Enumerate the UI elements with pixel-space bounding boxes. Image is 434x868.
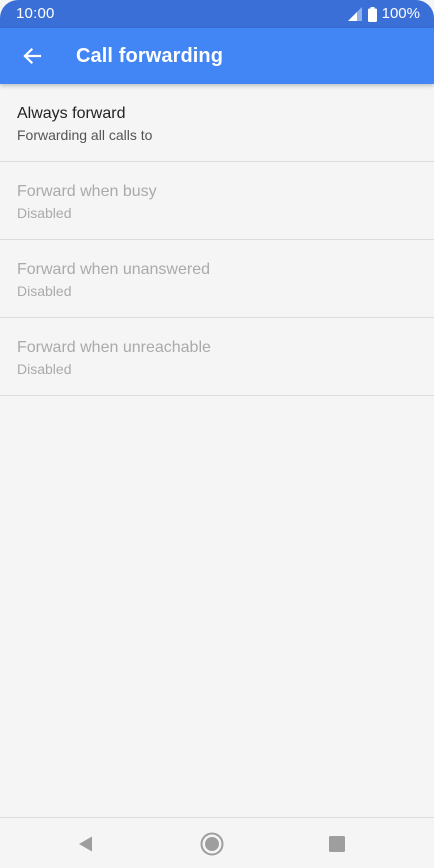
nav-back-icon (79, 836, 92, 852)
forwarding-options-list: Always forward Forwarding all calls to F… (0, 84, 434, 396)
nav-back-button[interactable] (64, 822, 108, 866)
battery-level: 100% (381, 5, 420, 22)
option-subtitle: Disabled (17, 283, 72, 299)
page-title: Call forwarding (76, 45, 224, 67)
option-title: Forward when unreachable (17, 339, 211, 356)
nav-home-icon (200, 832, 224, 856)
option-title: Forward when unanswered (17, 261, 210, 278)
option-subtitle: Forwarding all calls to (17, 127, 153, 143)
option-forward-when-unanswered[interactable]: Forward when unanswered Disabled (0, 240, 434, 318)
nav-recents-button[interactable] (315, 822, 359, 866)
status-time: 10:00 (16, 5, 55, 22)
option-always-forward[interactable]: Always forward Forwarding all calls to (0, 84, 434, 162)
status-bar: 10:00 100% (0, 0, 434, 28)
battery-icon (367, 6, 377, 22)
option-title: Forward when busy (17, 183, 157, 200)
option-forward-when-unreachable[interactable]: Forward when unreachable Disabled (0, 318, 434, 396)
nav-recents-icon (329, 836, 345, 852)
arrow-left-icon (23, 47, 42, 65)
nav-home-button[interactable] (190, 822, 234, 866)
signal-icon (347, 7, 362, 21)
option-title: Always forward (17, 105, 126, 122)
app-bar: Call forwarding (0, 28, 434, 84)
option-subtitle: Disabled (17, 205, 72, 221)
option-subtitle: Disabled (17, 361, 72, 377)
back-button[interactable] (8, 32, 56, 80)
option-forward-when-busy[interactable]: Forward when busy Disabled (0, 162, 434, 240)
navigation-bar (0, 817, 434, 868)
status-icons: 100% (347, 5, 420, 22)
